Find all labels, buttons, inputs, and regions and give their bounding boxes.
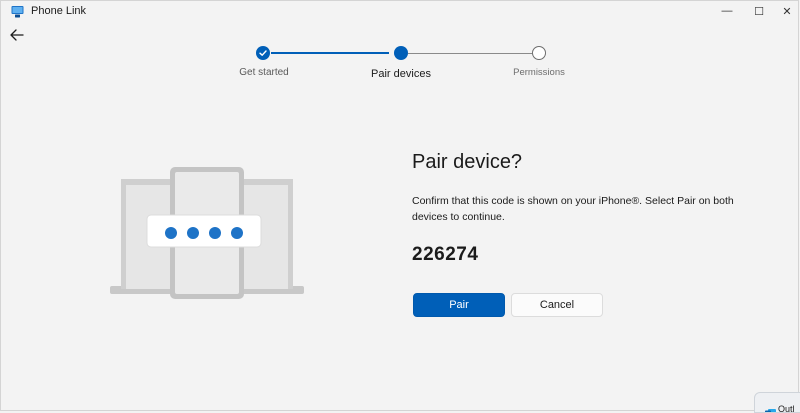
setup-stepper: Get started Pair devices Permissions — [1, 43, 798, 83]
devices-pairing-illustration — [107, 161, 307, 301]
notification-toast[interactable]: Outl — [754, 392, 800, 413]
step-label-permissions: Permissions — [484, 67, 594, 78]
step-connector-upcoming — [408, 53, 532, 54]
pairing-code: 226274 — [412, 244, 478, 266]
checkmark-icon — [256, 46, 270, 60]
maximize-icon: ☐ — [754, 5, 764, 18]
close-button[interactable]: ✕ — [772, 1, 800, 21]
phone-link-app-icon — [11, 5, 24, 18]
pairing-dot-3 — [209, 227, 221, 239]
cancel-button[interactable]: Cancel — [511, 293, 603, 317]
pair-instructions: Confirm that this code is shown on your … — [412, 193, 762, 225]
phone-link-window: Phone Link — ☐ ✕ Get started Pair device… — [0, 0, 799, 411]
step-permissions — [532, 46, 546, 60]
pairing-dot-2 — [187, 227, 199, 239]
step-connector-completed — [271, 52, 389, 54]
step-label-pair-devices: Pair devices — [346, 68, 456, 80]
minimize-button[interactable]: — — [712, 1, 742, 21]
back-button[interactable] — [7, 26, 27, 44]
close-icon: ✕ — [782, 5, 791, 18]
pairing-dot-1 — [165, 227, 177, 239]
step-get-started — [256, 46, 270, 60]
step-label-get-started: Get started — [209, 67, 319, 78]
maximize-button[interactable]: ☐ — [744, 1, 774, 21]
pairing-dot-4 — [231, 227, 243, 239]
minimize-icon: — — [722, 5, 733, 17]
pair-button[interactable]: Pair — [413, 293, 505, 317]
title-bar: Phone Link — ☐ ✕ — [1, 1, 798, 23]
step-pair-devices — [394, 46, 408, 60]
pair-dialog-title: Pair device? — [412, 151, 522, 174]
back-arrow-icon — [10, 29, 24, 41]
app-title: Phone Link — [31, 5, 86, 17]
